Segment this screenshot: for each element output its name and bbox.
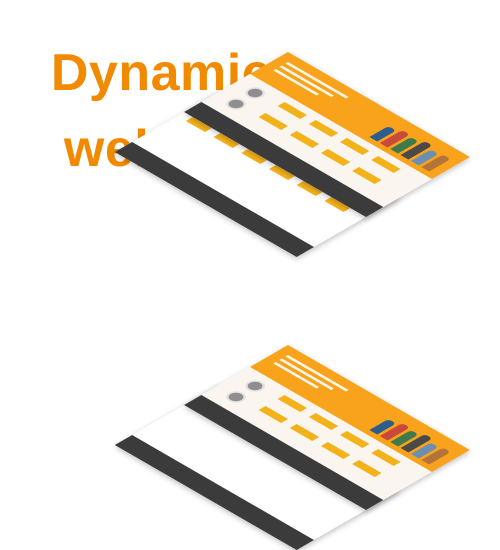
content-card [339, 138, 370, 155]
content-card [289, 131, 320, 148]
content-card [277, 395, 308, 412]
content-card [371, 449, 401, 466]
content-card [352, 167, 382, 184]
content-card [289, 424, 320, 441]
content-card [320, 442, 351, 459]
avatar [222, 96, 250, 112]
isometric-layers [114, 345, 470, 550]
content-card [258, 113, 288, 130]
content-card [308, 413, 339, 430]
hero-text-line [279, 65, 334, 97]
avatar [222, 389, 250, 405]
isometric-layers [114, 52, 470, 257]
content-card [320, 149, 351, 166]
content-card [352, 460, 382, 477]
website-mockup-illustration [114, 345, 498, 550]
content-card [258, 406, 288, 423]
avatar [241, 85, 269, 101]
avatar [241, 378, 269, 394]
website-mockup-illustration [114, 52, 498, 257]
content-card [371, 156, 401, 173]
hero-text-line [279, 358, 334, 390]
content-card [339, 431, 370, 448]
content-card [277, 102, 308, 119]
content-card [308, 120, 339, 137]
